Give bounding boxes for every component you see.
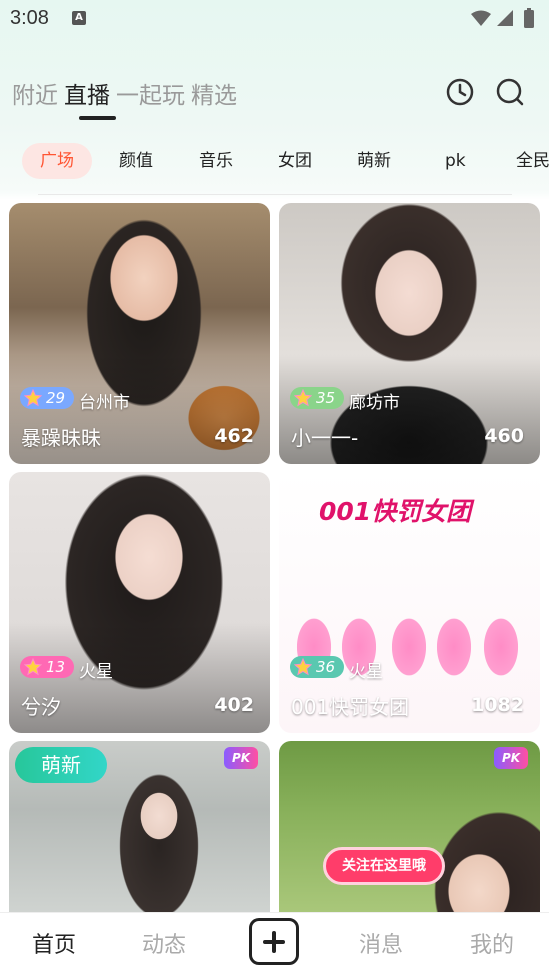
tab-play-together[interactable]: 一起玩 [116,76,185,112]
city-label: 台州市 [79,393,130,413]
status-bar: 3:08 A [0,0,549,38]
viewer-count: 460 [484,425,524,447]
category-music[interactable]: 音乐 [199,143,233,179]
level-value: 35 [316,389,336,407]
viewer-count: 1082 [471,694,524,716]
viewer-count: 402 [214,694,254,716]
follow-banner: 关注在这里哦 [323,847,445,885]
category-girl-group[interactable]: 女团 [278,143,312,179]
live-card[interactable]: 29 台州市 暴躁昧昧 462 [9,203,270,464]
star-icon [24,389,42,407]
star-icon [294,658,312,676]
star-icon [24,658,42,676]
nav-home[interactable]: 首页 [32,927,76,959]
poster-title: 001快罚女团 [319,497,472,526]
nav-me[interactable]: 我的 [470,927,514,959]
live-card[interactable]: PK 关注在这里哦 [279,741,540,912]
level-badge: 29 [20,387,74,409]
add-button[interactable] [249,918,299,965]
category-all[interactable]: 全民 [516,143,549,179]
level-badge: 13 [20,656,74,678]
notification-icon: A [72,11,86,25]
top-tabs: 附近 直播 一起玩 精选 [12,76,237,112]
level-value: 36 [316,658,336,676]
live-card[interactable]: 13 火星 兮汐 402 [9,472,270,733]
streamer-name: 小一一- [291,426,359,450]
live-card[interactable]: 萌新 PK [9,741,270,912]
streamer-name: 暴躁昧昧 [21,426,101,450]
tab-nearby[interactable]: 附近 [12,76,58,112]
city-label: 火星 [79,662,113,682]
city-label: 廊坊市 [349,393,400,413]
level-badge: 36 [290,656,344,678]
divider [38,194,512,195]
nav-messages[interactable]: 消息 [359,927,403,959]
star-icon [294,389,312,407]
category-newbie[interactable]: 萌新 [357,143,391,179]
category-pk[interactable]: pk [445,143,466,179]
live-card[interactable]: 001快罚女团 36 火星 001快罚女团 1082 [279,472,540,733]
pk-badge: PK [224,747,258,769]
pk-badge: PK [494,747,528,769]
streamer-name: 001快罚女团 [291,695,410,719]
bottom-nav: 首页 动态 消息 我的 [0,912,549,977]
level-badge: 35 [290,387,344,409]
category-looks[interactable]: 颜值 [119,143,153,179]
search-icon[interactable] [494,76,526,108]
signal-battery-icon [471,8,534,28]
history-icon[interactable] [444,76,476,108]
tab-featured[interactable]: 精选 [191,76,237,112]
streamer-name: 兮汐 [21,695,61,719]
newbie-tag: 萌新 [15,747,107,783]
tab-live[interactable]: 直播 [64,76,110,112]
status-time: 3:08 [10,7,49,29]
city-label: 火星 [349,662,383,682]
viewer-count: 462 [214,425,254,447]
category-row: 广场 颜值 音乐 女团 萌新 pk 全民 [22,143,549,179]
category-plaza[interactable]: 广场 [22,143,92,179]
live-card[interactable]: 35 廊坊市 小一一- 460 [279,203,540,464]
tab-underline [79,116,116,120]
level-value: 29 [46,389,66,407]
nav-feed[interactable]: 动态 [142,927,186,959]
level-value: 13 [46,658,66,676]
